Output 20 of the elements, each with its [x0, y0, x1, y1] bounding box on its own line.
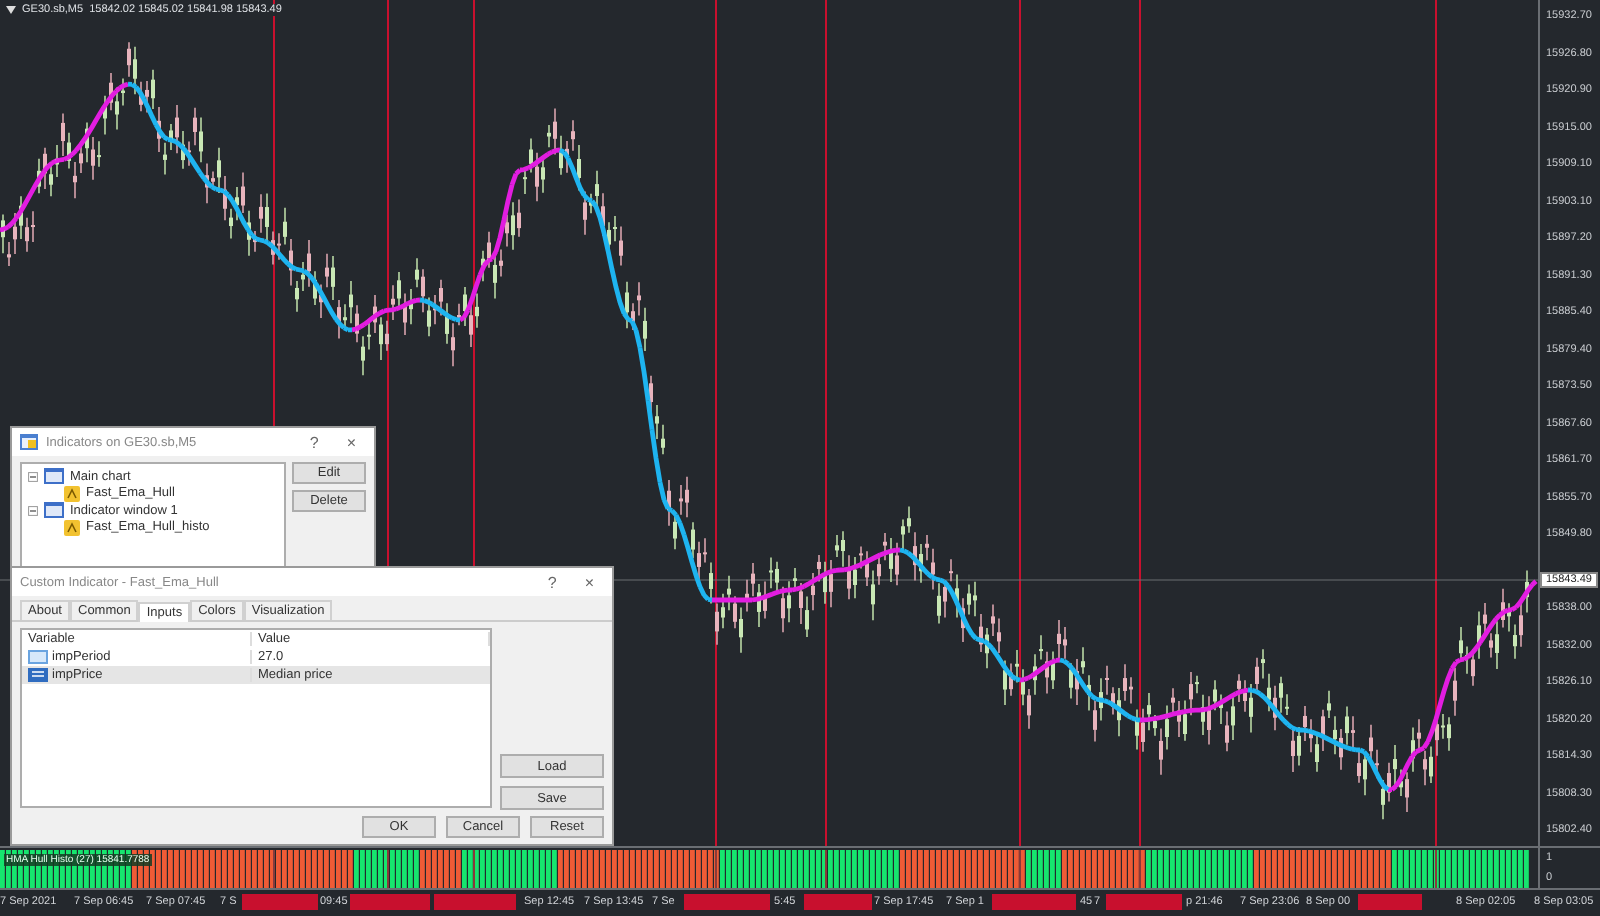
help-button[interactable]: ?	[537, 573, 567, 591]
collapse-icon[interactable]	[28, 505, 38, 516]
time-marker	[992, 894, 1076, 910]
list-type-icon	[28, 668, 48, 682]
time-marker	[804, 894, 872, 910]
help-button[interactable]: ?	[299, 433, 329, 451]
time-marker	[1106, 894, 1182, 910]
time-marker	[350, 894, 430, 910]
chart-window-icon	[20, 434, 38, 450]
time-marker	[684, 894, 770, 910]
time-marker	[242, 894, 318, 910]
time-marker	[1358, 894, 1422, 910]
indicator-icon	[64, 485, 80, 502]
number-type-icon	[28, 650, 48, 664]
dropdown-arrow-icon[interactable]	[6, 6, 16, 14]
close-button[interactable]: ×	[574, 573, 604, 591]
close-button[interactable]: ×	[336, 433, 366, 451]
time-marker	[434, 894, 516, 910]
indicator-icon	[64, 519, 80, 536]
collapse-icon[interactable]	[28, 471, 38, 482]
